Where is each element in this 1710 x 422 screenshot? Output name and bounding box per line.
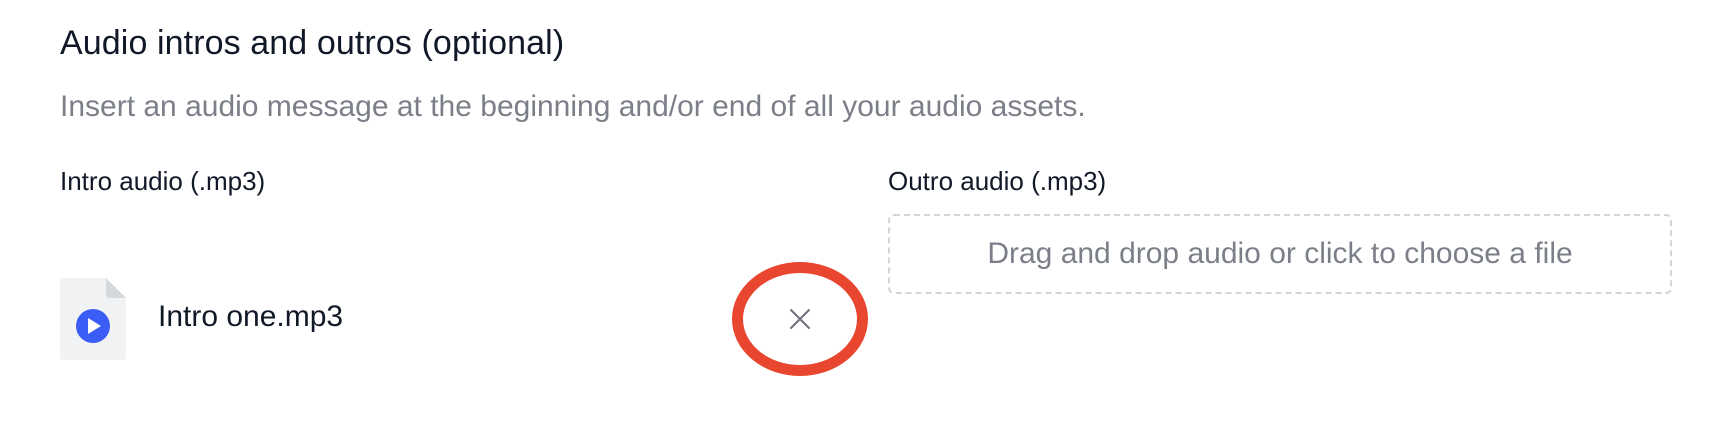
- intro-file-name: Intro one.mp3: [158, 300, 344, 333]
- close-icon: [790, 309, 810, 329]
- section-title: Audio intros and outros (optional): [60, 24, 565, 62]
- remove-intro-file-button[interactable]: [732, 262, 868, 376]
- section-description: Insert an audio message at the beginning…: [60, 90, 1086, 123]
- outro-audio-label: Outro audio (.mp3): [888, 166, 1107, 196]
- audio-file-play-icon[interactable]: [60, 278, 126, 360]
- intro-audio-label: Intro audio (.mp3): [60, 166, 266, 196]
- dropzone-text: Drag and drop audio or click to choose a…: [987, 237, 1573, 270]
- outro-audio-dropzone[interactable]: Drag and drop audio or click to choose a…: [888, 214, 1672, 294]
